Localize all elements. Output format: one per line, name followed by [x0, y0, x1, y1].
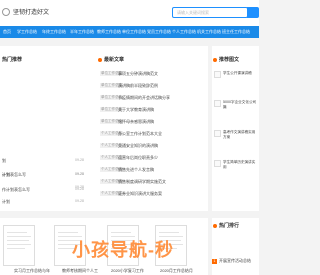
- document-title[interactable]: 教师考核期间个人工: [62, 268, 98, 274]
- recommended-panel: 推荐图文 学生公开课演讲稿 5000字企业文化公司篇 高考作文演讲稿实用方案 学…: [212, 46, 259, 211]
- article-link[interactable]: 演讲稿前半段致辞范例: [118, 83, 158, 89]
- hot-ranking-panel: 热门排行: [212, 218, 259, 275]
- recommended-link[interactable]: 学生简单历史演讲实用: [223, 160, 257, 170]
- list-item-date: 09-28: [75, 172, 84, 176]
- fire-icon: [98, 58, 102, 62]
- recommended-link[interactable]: 高考作文演讲稿实用方案: [223, 130, 257, 140]
- latest-title: 最新文章: [104, 57, 125, 63]
- list-item[interactable]: 计划表怎么写: [2, 172, 26, 178]
- watermark-text: 小孩导航-秒: [72, 240, 174, 260]
- nav-item[interactable]: 党员工作总结: [147, 29, 171, 35]
- list-item-date: 09-28: [75, 185, 84, 189]
- recommended-link[interactable]: 5000字企业文化公司篇: [223, 100, 257, 110]
- nav-item[interactable]: 半年工作总结: [70, 29, 94, 35]
- nav-item[interactable]: 机关工作总结: [197, 29, 221, 35]
- search-input[interactable]: 请输入关键词搜索: [172, 7, 248, 18]
- nav-item[interactable]: 学工作总结: [17, 29, 37, 35]
- logo-icon[interactable]: [2, 8, 10, 16]
- article-link[interactable]: 关于大学教育演讲稿: [118, 107, 154, 113]
- recommended-link[interactable]: 学生公开课演讲稿: [223, 71, 257, 76]
- nav-item-home[interactable]: 首页: [3, 29, 11, 35]
- hot-list-item[interactable]: 1 开展宣传活动总结: [212, 258, 251, 264]
- latest-articles: 最新文章 单位工作总结 事项五分钟演讲稿范文 单位工作总结 演讲稿前半段致辞范例…: [98, 46, 208, 211]
- search-button[interactable]: [247, 7, 259, 18]
- hot-icon: [213, 224, 217, 228]
- hot-title: 热门排行: [219, 223, 240, 229]
- article-link[interactable]: 办公室工作计划范本大全: [118, 131, 162, 137]
- recommended-title: 推荐图文: [219, 57, 240, 63]
- nav-item[interactable]: 年终工作总结: [42, 29, 66, 35]
- thumbnail-image[interactable]: [214, 160, 221, 167]
- article-link[interactable]: 运营年后岗位职责多少: [118, 155, 158, 161]
- document-thumbnail[interactable]: [3, 225, 35, 266]
- nav-item[interactable]: 个人工作总结: [172, 29, 196, 35]
- hot-link[interactable]: 开展宣传活动总结: [219, 258, 251, 263]
- main-nav: 首页 学工作总结 年终工作总结 半年工作总结 教师工作总结 单位工作总结 党员工…: [0, 26, 259, 38]
- article-link[interactable]: 销售制度调研学期实施范文: [118, 179, 166, 185]
- nav-item[interactable]: 教师工作总结: [97, 29, 121, 35]
- article-link[interactable]: 销售先进个人发言稿: [118, 167, 154, 173]
- site-header: 坚韧打造好文 请输入关键词搜索: [0, 0, 259, 26]
- left-panel-title: 热门推荐: [2, 57, 23, 63]
- document-title[interactable]: 2020月工作总结月: [160, 268, 193, 274]
- thumbnail-image[interactable]: [214, 130, 221, 137]
- article-link[interactable]: 证券业知识演讲大服务案: [118, 191, 162, 197]
- search-placeholder: 请输入关键词搜索: [177, 10, 209, 15]
- thumbnail-image[interactable]: [214, 71, 221, 78]
- article-link[interactable]: 交通安全知识的演讲稿: [118, 143, 158, 149]
- left-panel-lower: 计划表怎么写 09-28 09-28: [0, 162, 98, 202]
- nav-item[interactable]: 单位工作总结: [122, 29, 146, 35]
- image-icon: [213, 58, 217, 62]
- article-link[interactable]: 铭怀母亲感恩演讲稿: [118, 119, 154, 125]
- nav-item[interactable]: 班主任工作总结: [222, 29, 250, 35]
- article-link[interactable]: 事项五分钟演讲稿范文: [118, 71, 158, 77]
- article-link[interactable]: 节疫情期间的开会讲话稿分享: [118, 95, 170, 101]
- document-title[interactable]: 2020小学复习工作: [111, 268, 144, 274]
- thumbnail-image[interactable]: [214, 100, 221, 107]
- site-title[interactable]: 坚韧打造好文: [13, 7, 49, 16]
- document-title[interactable]: 实习月工作总结与年: [14, 268, 50, 274]
- rank-badge: 1: [212, 259, 217, 264]
